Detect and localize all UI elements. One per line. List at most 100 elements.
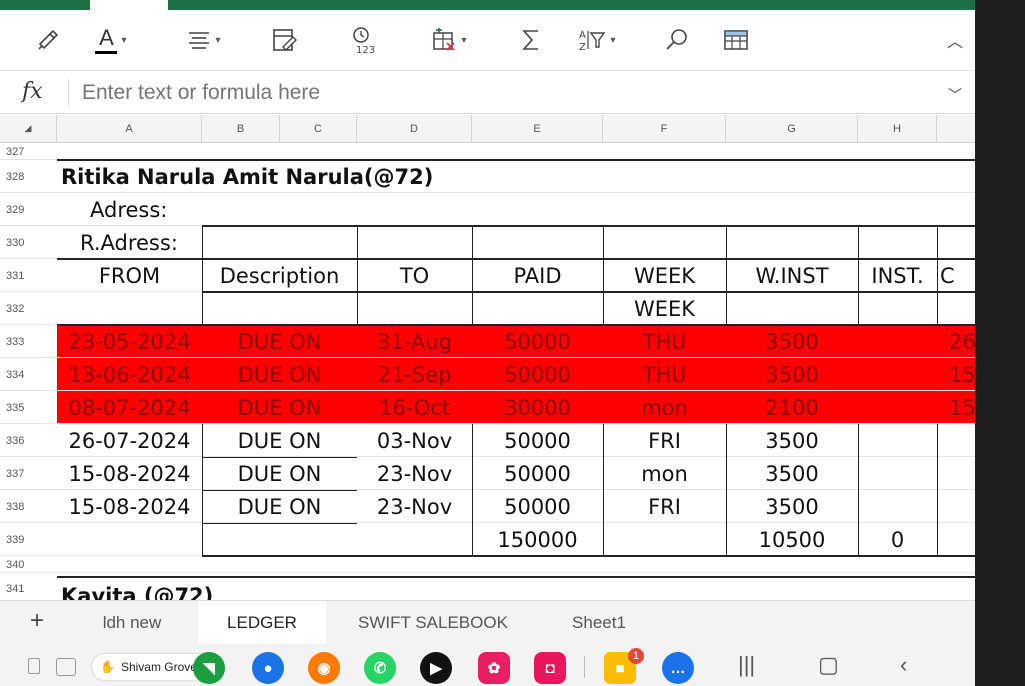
header-from[interactable]: FROM (57, 259, 202, 292)
row-header-335[interactable]: 335 (0, 391, 57, 424)
column-header-d[interactable]: D (357, 115, 472, 143)
column-header-next[interactable] (937, 115, 975, 143)
recents-button[interactable]: ||| (738, 652, 755, 678)
entry-from[interactable]: 23-05-2024 (57, 325, 202, 358)
header-description[interactable]: Description (202, 259, 357, 292)
entry-winst[interactable]: 3500 (726, 457, 858, 490)
entry-week[interactable]: THU (603, 325, 726, 358)
home-button[interactable]: ▢ (818, 652, 839, 678)
entry-to[interactable]: 16-Oct (357, 391, 472, 424)
row-header-337[interactable]: 337 (0, 457, 57, 490)
row-header-340[interactable]: 340 (0, 556, 57, 573)
spreadsheet-grid[interactable]: ◢ A B C D E F G H 327 328 329 330 331 332 333 334 335 336 3… (0, 115, 975, 600)
entry-week[interactable]: mon (603, 391, 726, 424)
header-partial[interactable]: C (937, 259, 975, 292)
formula-input[interactable] (82, 80, 902, 106)
entry-from[interactable]: 26-07-2024 (57, 424, 202, 457)
entry-from[interactable]: 08-07-2024 (57, 391, 202, 424)
entry-week[interactable]: FRI (603, 424, 726, 457)
screen-icon[interactable] (56, 658, 76, 676)
entry-week[interactable]: mon (603, 457, 726, 490)
entry-description[interactable]: DUE ON (202, 391, 357, 424)
app-icon-green[interactable]: ◥ (193, 652, 225, 684)
add-sheet-icon[interactable]: + (30, 607, 44, 635)
row-header-341[interactable]: 341 (0, 573, 57, 600)
row-header-327[interactable]: 327 (0, 143, 57, 160)
sheet-tab-ldh-new[interactable]: ldh new (68, 601, 196, 645)
header-week[interactable]: WEEK (603, 259, 726, 292)
freeze-panes-icon[interactable] (720, 24, 752, 56)
subheader-week[interactable]: WEEK (603, 292, 726, 325)
row-header-330[interactable]: 330 (0, 226, 57, 259)
sheet-tab-sheet1[interactable]: Sheet1 (540, 601, 658, 645)
entry-extra[interactable]: 15 (937, 391, 975, 424)
entry-extra[interactable] (937, 490, 975, 523)
entry-description[interactable]: DUE ON (202, 325, 357, 358)
address-label[interactable]: Adress: (57, 193, 202, 226)
entry-winst[interactable]: 3500 (726, 490, 858, 523)
entry-description[interactable]: DUE ON (202, 424, 357, 457)
entry-week[interactable]: THU (603, 358, 726, 391)
column-header-f[interactable]: F (603, 115, 726, 143)
entry-extra[interactable] (937, 424, 975, 457)
expand-formula-icon[interactable]: ﹀ (948, 85, 962, 105)
raddress-label[interactable]: R.Adress: (57, 226, 202, 259)
entry-week[interactable]: FRI (603, 490, 726, 523)
insert-delete-cells-button[interactable]: ▾ (424, 24, 474, 56)
chat-app-icon[interactable]: ● (252, 652, 284, 684)
entry-from[interactable]: 15-08-2024 (57, 490, 202, 523)
entry-paid[interactable]: 50000 (472, 358, 603, 391)
number-format-icon[interactable]: 123 (346, 24, 382, 56)
entry-extra[interactable]: 26 (937, 325, 975, 358)
camera-app-icon[interactable]: ◘ (534, 652, 566, 684)
row-header-338[interactable]: 338 (0, 490, 57, 523)
entry-paid[interactable]: 50000 (472, 325, 603, 358)
next-customer-name[interactable]: Kavita (@72) (57, 579, 357, 600)
entry-paid[interactable]: 30000 (472, 391, 603, 424)
row-header-331[interactable]: 331 (0, 259, 57, 292)
column-header-g[interactable]: G (726, 115, 858, 143)
total-paid[interactable]: 150000 (472, 523, 603, 556)
entry-description[interactable]: DUE ON (202, 358, 357, 391)
sort-filter-button[interactable]: AZ ▾ (572, 24, 622, 56)
format-painter-icon[interactable] (34, 24, 62, 56)
entry-extra[interactable] (937, 457, 975, 490)
header-to[interactable]: TO (357, 259, 472, 292)
header-winst[interactable]: W.INST (726, 259, 858, 292)
pin-icon[interactable] (28, 658, 40, 674)
entry-to[interactable]: 21-Sep (357, 358, 472, 391)
firefox-icon[interactable]: ◉ (308, 652, 340, 684)
entry-paid[interactable]: 50000 (472, 490, 603, 523)
entry-winst[interactable]: 3500 (726, 325, 858, 358)
font-color-button[interactable]: A ▾ (90, 24, 132, 56)
customer-name[interactable]: Ritika Narula Amit Narula(@72) (57, 160, 507, 193)
cell-format-icon[interactable] (268, 24, 300, 56)
select-all-corner[interactable]: ◢ (0, 115, 57, 143)
flower-app-icon[interactable]: ✿ (478, 652, 510, 684)
entry-to[interactable]: 23-Nov (357, 457, 472, 490)
entry-paid[interactable]: 50000 (472, 424, 603, 457)
entry-from[interactable]: 13-06-2024 (57, 358, 202, 391)
column-header-c[interactable]: C (280, 115, 357, 143)
entry-to[interactable]: 31-Aug (357, 325, 472, 358)
column-header-b[interactable]: B (202, 115, 280, 143)
header-inst[interactable]: INST. (858, 259, 937, 292)
row-header-332[interactable]: 332 (0, 292, 57, 325)
collapse-ribbon-icon[interactable]: ︿ (940, 24, 970, 56)
sheet-tab-swift-salebook[interactable]: SWIFT SALEBOOK (330, 601, 536, 645)
row-header-328[interactable]: 328 (0, 160, 57, 193)
row-header-333[interactable]: 333 (0, 325, 57, 358)
entry-from[interactable]: 15-08-2024 (57, 457, 202, 490)
search-icon[interactable] (662, 24, 692, 56)
entry-description[interactable]: DUE ON (202, 490, 357, 523)
entry-to[interactable]: 23-Nov (357, 490, 472, 523)
column-header-a[interactable]: A (57, 115, 202, 143)
sheet-tab-ledger[interactable]: LEDGER (198, 601, 326, 645)
entry-winst[interactable]: 3500 (726, 358, 858, 391)
header-paid[interactable]: PAID (472, 259, 603, 292)
media-player-icon[interactable]: ▶ (420, 652, 452, 684)
row-header-329[interactable]: 329 (0, 193, 57, 226)
row-header-339[interactable]: 339 (0, 523, 57, 556)
entry-winst[interactable]: 3500 (726, 424, 858, 457)
entry-winst[interactable]: 2100 (726, 391, 858, 424)
